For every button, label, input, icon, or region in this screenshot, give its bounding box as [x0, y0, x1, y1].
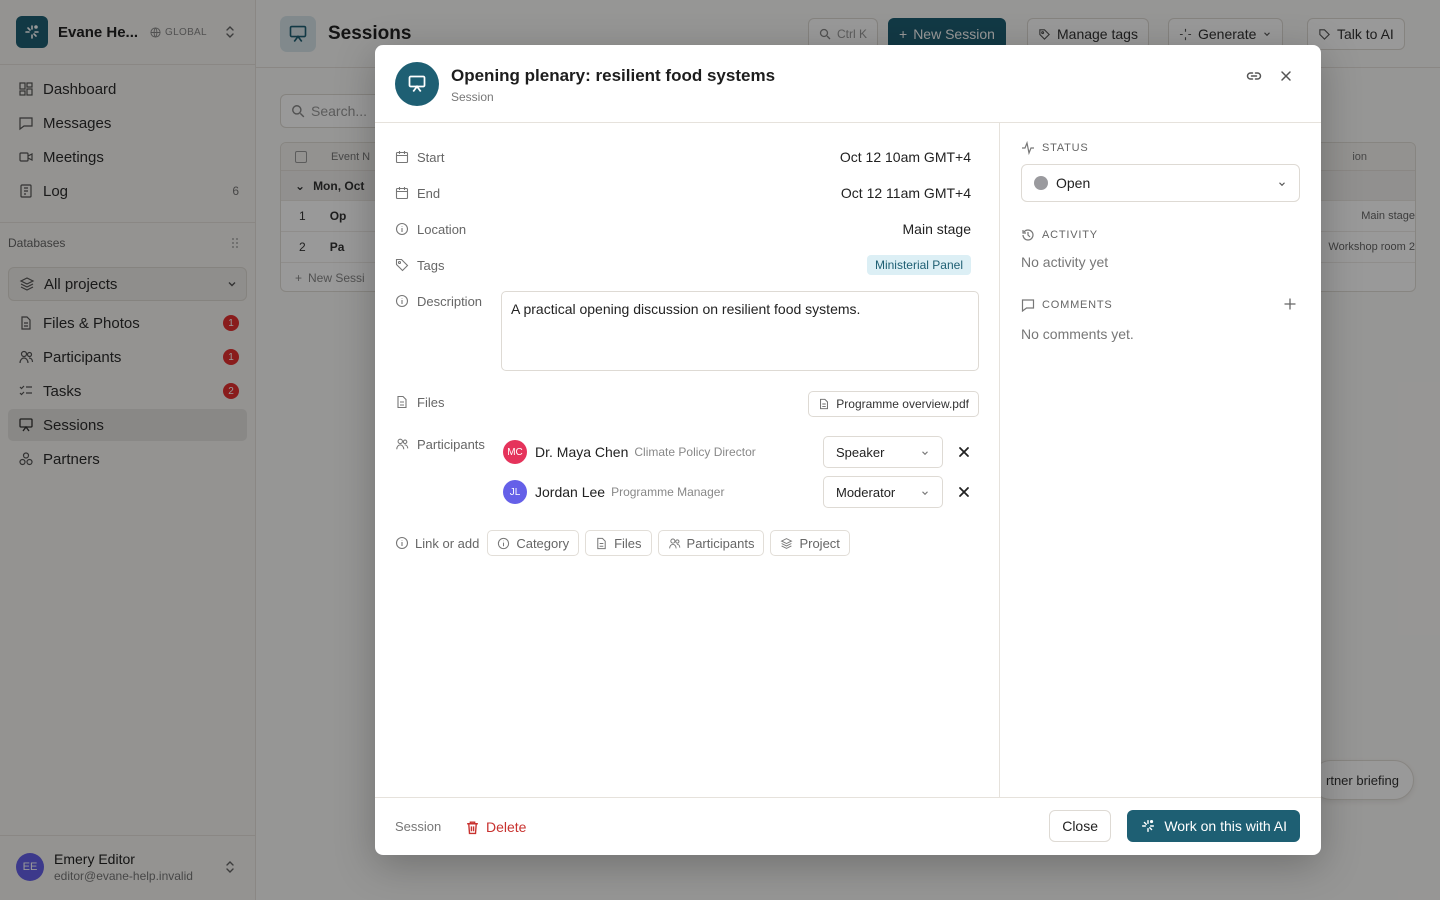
end-property: End: [395, 183, 440, 203]
end-value[interactable]: Oct 12 11am GMT+4: [841, 185, 971, 201]
add-files-chip[interactable]: Files: [585, 530, 652, 556]
activity-empty: No activity yet: [1021, 254, 1109, 270]
chevron-down-icon: [1279, 182, 1285, 187]
remove-participant-icon[interactable]: [957, 445, 971, 459]
chip-label: Project: [799, 535, 840, 551]
activity-label: ACTIVITY: [1042, 229, 1098, 241]
participant-role: Programme Manager: [611, 485, 725, 499]
file-name: Programme overview.pdf: [836, 397, 969, 411]
session-modal: Opening plenary: resilient food systems …: [375, 45, 1321, 855]
add-comment-icon[interactable]: [1283, 297, 1297, 311]
modal-title: Opening plenary: resilient food systems: [451, 66, 776, 85]
chevron-down-icon: [922, 491, 928, 496]
modal-footer: Session Delete Close Work on this with A…: [375, 797, 1321, 855]
link-or-add-label: Link or add: [395, 536, 479, 551]
location-label: Location: [417, 221, 467, 237]
link-or-add-text: Link or add: [415, 535, 480, 551]
status-select[interactable]: Open: [1021, 164, 1300, 202]
chip-label: Files: [614, 535, 642, 551]
link-or-add-row: Link or add Category Files Participants …: [395, 530, 850, 556]
close-button[interactable]: Close: [1049, 810, 1111, 842]
tag-icon: [395, 258, 409, 272]
participant-role-select-value: Moderator: [836, 484, 896, 500]
status-value: Open: [1056, 175, 1091, 191]
work-with-ai-label: Work on this with AI: [1164, 818, 1287, 834]
participants-label: Participants: [417, 436, 485, 452]
participant-row[interactable]: JL Jordan Lee Programme Manager Moderato…: [503, 476, 979, 508]
status-section-label: STATUS: [1021, 141, 1089, 155]
history-icon: [1022, 229, 1034, 241]
info-icon: [498, 537, 510, 549]
start-label: Start: [417, 149, 445, 165]
status-dot: [1034, 176, 1048, 190]
file-icon: [597, 537, 606, 549]
delete-label: Delete: [486, 819, 527, 835]
presentation-icon: [395, 62, 439, 106]
calendar-icon: [395, 151, 409, 164]
avatar: JL: [503, 480, 527, 504]
layers-icon: [780, 537, 793, 549]
users-icon: [668, 538, 680, 548]
description-property: Description: [395, 291, 482, 311]
participant-name: Jordan Lee: [535, 484, 606, 500]
status-label: STATUS: [1042, 142, 1089, 154]
chip-label: Participants: [686, 535, 755, 551]
comment-icon: [1021, 299, 1035, 312]
start-property: Start: [395, 147, 444, 167]
work-with-ai-button[interactable]: Work on this with AI: [1127, 810, 1300, 842]
add-participants-chip[interactable]: Participants: [657, 530, 765, 556]
description-label: Description: [417, 293, 483, 309]
start-value[interactable]: Oct 12 10am GMT+4: [840, 149, 971, 165]
participant-role: Climate Policy Director: [634, 445, 756, 459]
close-icon[interactable]: [1277, 67, 1295, 85]
avatar: MC: [503, 440, 527, 464]
location-value[interactable]: Main stage: [903, 221, 971, 237]
modal-header: Opening plenary: resilient food systems …: [375, 45, 1321, 123]
add-project-chip[interactable]: Project: [770, 530, 850, 556]
files-property: Files: [395, 392, 444, 412]
info-icon: [395, 294, 409, 308]
comments-label: COMMENTS: [1042, 299, 1113, 311]
modal-subtitle: Session: [451, 90, 494, 104]
file-icon: [397, 395, 407, 409]
file-chip[interactable]: Programme overview.pdf: [808, 391, 979, 417]
tags-label: Tags: [417, 257, 445, 273]
remove-participant-icon[interactable]: [957, 485, 971, 499]
info-icon: [395, 222, 409, 236]
comments-empty: No comments yet.: [1021, 326, 1134, 342]
sparkle-icon: [1142, 819, 1155, 833]
footer-type-label: Session: [395, 819, 442, 834]
link-icon[interactable]: [1245, 67, 1263, 85]
add-category-chip[interactable]: Category: [487, 530, 580, 556]
end-label: End: [417, 185, 441, 201]
trash-icon: [467, 820, 478, 834]
chevron-down-icon: [922, 451, 928, 456]
info-icon: [395, 536, 409, 550]
file-icon: [820, 398, 829, 410]
tag-badge[interactable]: Ministerial Panel: [866, 255, 971, 275]
participant-role-select[interactable]: Speaker: [823, 436, 943, 468]
participant-role-select[interactable]: Moderator: [823, 476, 943, 508]
modal-properties: Start Oct 12 10am GMT+4 End Oct 12 11am …: [375, 123, 1000, 797]
comments-section-label: COMMENTS: [1021, 298, 1113, 312]
chip-label: Category: [516, 535, 570, 551]
activity-icon: [1022, 141, 1034, 155]
participants-property: Participants: [395, 434, 485, 454]
location-property: Location: [395, 219, 466, 239]
participant-row[interactable]: MC Dr. Maya Chen Climate Policy Director…: [503, 436, 979, 468]
description-textarea[interactable]: A practical opening discussion on resili…: [501, 291, 979, 371]
participant-name: Dr. Maya Chen: [535, 444, 629, 460]
calendar-icon: [395, 187, 409, 200]
modal-sidepanel: STATUS Open ACTIVITY No activity yet COM…: [1001, 123, 1321, 797]
tags-property: Tags: [395, 255, 444, 275]
participant-role-select-value: Speaker: [836, 444, 885, 460]
delete-button[interactable]: Delete: [465, 815, 526, 839]
activity-section-label: ACTIVITY: [1021, 228, 1098, 242]
users-icon: [396, 438, 409, 450]
files-label: Files: [417, 394, 445, 410]
